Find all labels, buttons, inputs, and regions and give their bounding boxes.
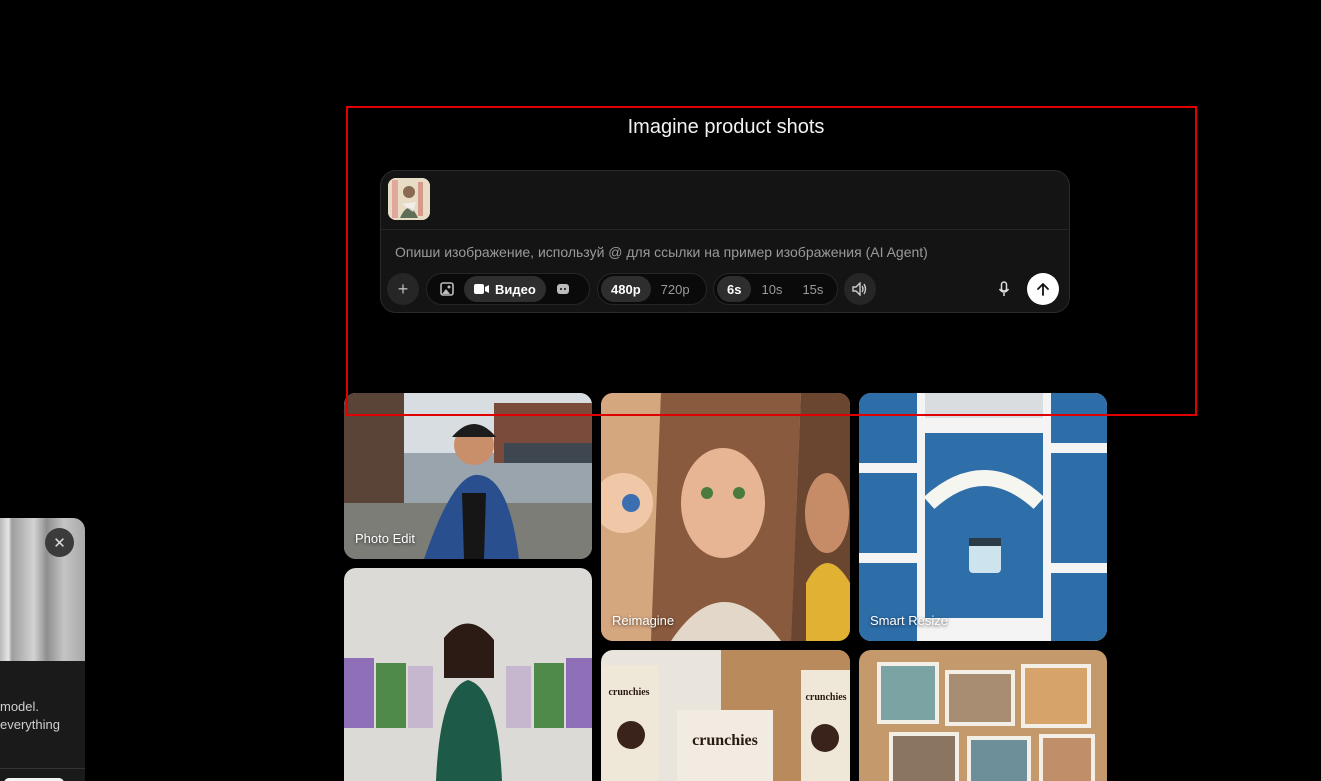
duration-tabs: 6s 10s 15s xyxy=(713,273,838,305)
prompt-composer: Опиши изображение, используй @ для ссылк… xyxy=(380,170,1070,313)
close-icon: ✕ xyxy=(53,534,66,552)
image-icon xyxy=(440,282,454,296)
mode-tab-video[interactable]: Видео xyxy=(464,276,546,302)
audio-toggle-button[interactable] xyxy=(844,273,876,305)
svg-text:crunchies: crunchies xyxy=(608,687,649,698)
send-button[interactable] xyxy=(1027,273,1059,305)
svg-text:crunchies: crunchies xyxy=(692,732,758,749)
smart-resize-image xyxy=(859,393,1107,641)
arrow-up-icon xyxy=(1037,283,1049,296)
popup-line-1: model. xyxy=(0,699,40,714)
duration-15s[interactable]: 15s xyxy=(792,276,833,302)
gallery-card-6[interactable] xyxy=(859,650,1107,781)
popup-close-button[interactable]: ✕ xyxy=(45,528,74,557)
promo-popup: ✕ model. everything xyxy=(0,518,85,781)
composer-toolbar: + Видео 480p 720p 6s 10s 15s xyxy=(387,273,1065,307)
avatar-icon xyxy=(556,284,569,294)
add-button[interactable]: + xyxy=(387,273,419,305)
card-label: Smart Resize xyxy=(870,613,949,628)
duration-10s[interactable]: 10s xyxy=(751,276,792,302)
prompt-input[interactable]: Опиши изображение, используй @ для ссылк… xyxy=(395,244,928,260)
resolution-480p[interactable]: 480p xyxy=(601,276,651,302)
photo-collage-image xyxy=(859,650,1107,781)
microphone-button[interactable] xyxy=(995,280,1013,298)
resolution-720p[interactable]: 720p xyxy=(651,276,700,302)
gallery-card-smart-resize[interactable]: Smart Resize xyxy=(859,393,1107,641)
attachment-row xyxy=(381,171,1069,230)
attached-image-thumbnail[interactable] xyxy=(388,178,430,220)
svg-text:crunchies: crunchies xyxy=(805,692,846,703)
reimagine-image xyxy=(601,393,850,641)
video-camera-icon xyxy=(474,284,489,294)
gallery-card-4[interactable] xyxy=(344,568,592,781)
page-title: Imagine product shots xyxy=(627,116,825,138)
card-label: Photo Edit xyxy=(355,531,415,546)
plus-icon: + xyxy=(397,278,409,299)
mode-tab-avatar[interactable] xyxy=(546,276,580,302)
popup-description: model. everything xyxy=(0,698,85,734)
snack-packaging-image: crunchies crunchies crunchies xyxy=(601,650,850,781)
card-label: Reimagine xyxy=(612,613,675,628)
mode-tab-video-label: Видео xyxy=(495,281,536,297)
fashion-model-image xyxy=(344,568,592,781)
mode-tab-image[interactable] xyxy=(430,276,464,302)
gallery-card-5[interactable]: crunchies crunchies crunchies xyxy=(601,650,850,781)
gallery-card-photo-edit[interactable]: Photo Edit xyxy=(344,393,592,559)
mode-tabs: Видео xyxy=(426,273,590,305)
popup-line-2: everything xyxy=(0,717,60,732)
resolution-tabs: 480p 720p xyxy=(597,273,707,305)
gallery-card-reimagine[interactable]: Reimagine xyxy=(601,393,850,641)
microphone-icon xyxy=(998,281,1010,296)
duration-6s[interactable]: 6s xyxy=(717,276,752,302)
speaker-icon xyxy=(852,282,867,296)
